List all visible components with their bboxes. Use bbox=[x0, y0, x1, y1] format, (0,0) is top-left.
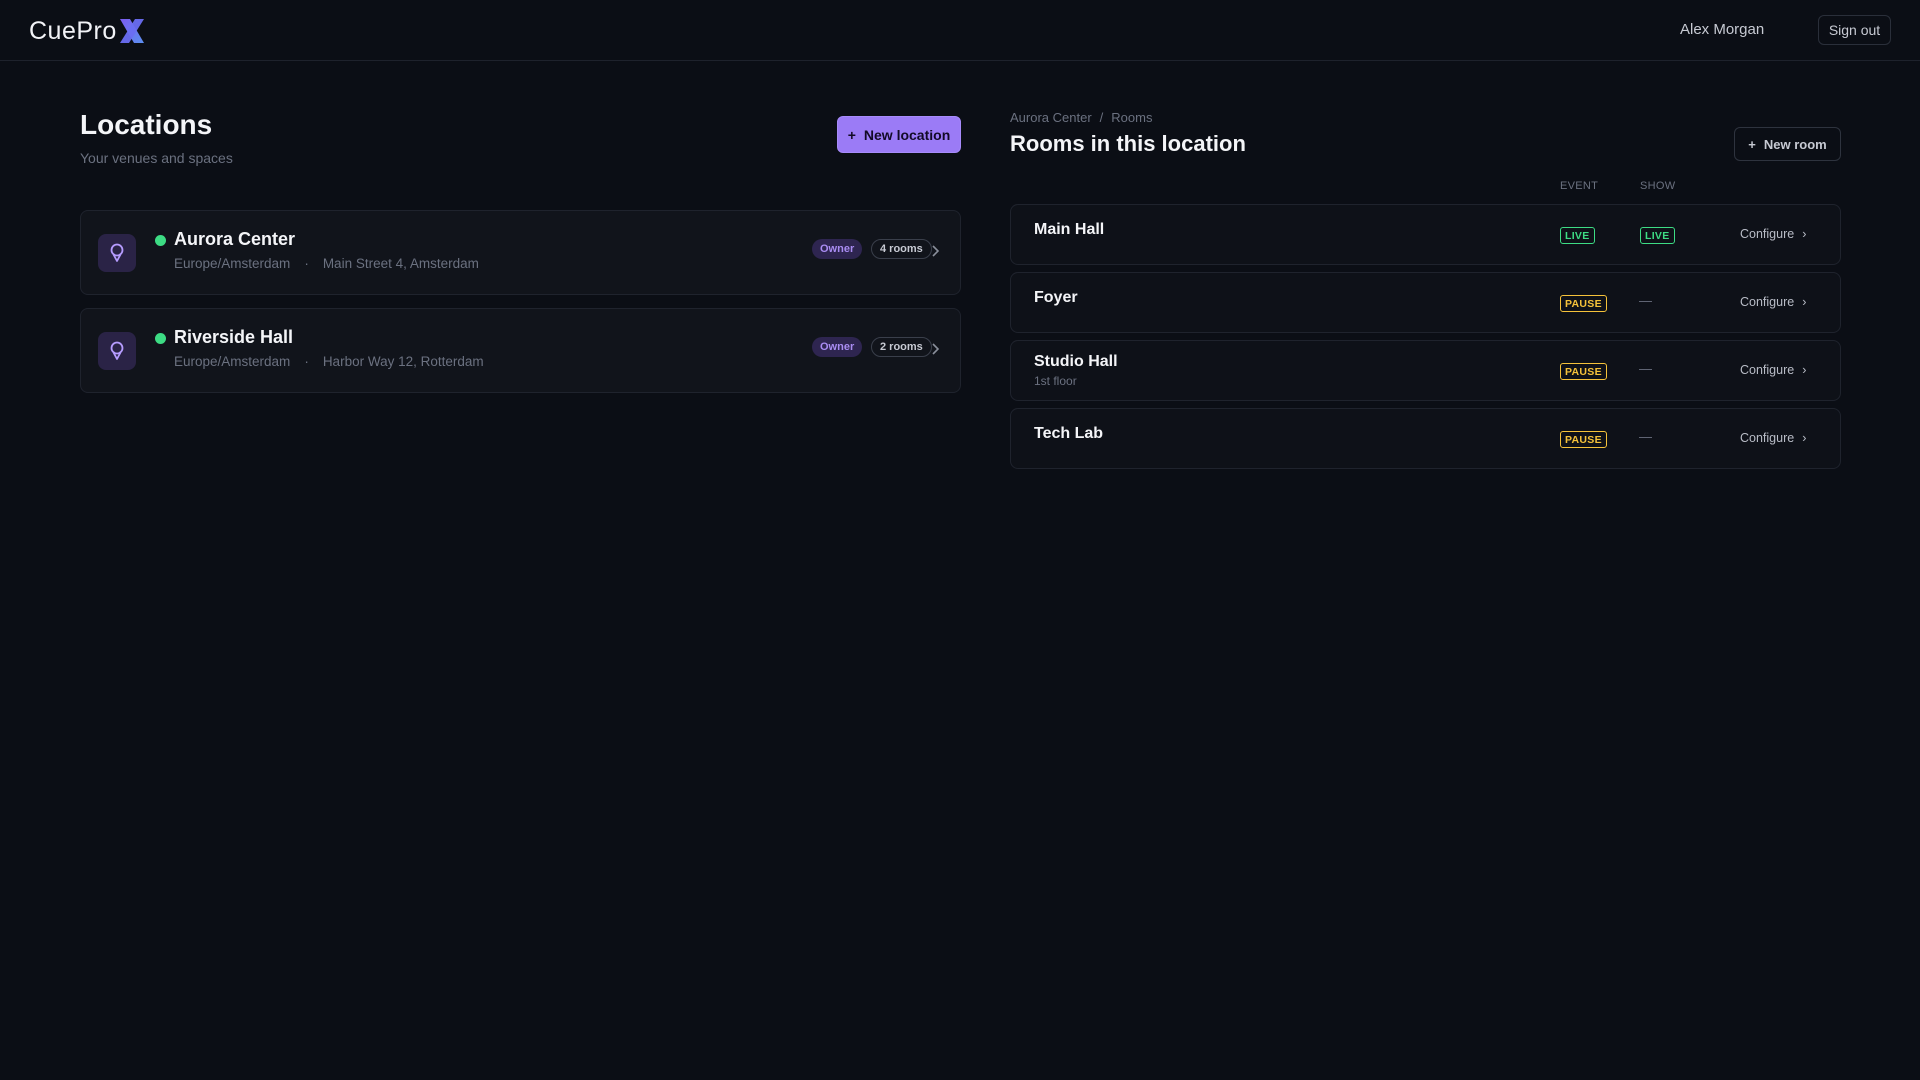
breadcrumb-rooms: Rooms bbox=[1111, 110, 1153, 125]
room-name: Foyer bbox=[1034, 289, 1078, 306]
room-name: Tech Lab bbox=[1034, 425, 1104, 442]
location-meta: Europe/Amsterdam · Harbor Way 12, Rotterda… bbox=[174, 354, 484, 369]
user-name[interactable]: Alex Morgan bbox=[1680, 21, 1764, 38]
meta-separator: · bbox=[304, 256, 309, 271]
location-address: Main Street 4, Amsterdam bbox=[322, 256, 479, 271]
logo-wordmark: CuePro bbox=[29, 16, 117, 45]
breadcrumb-location[interactable]: Aurora Center bbox=[1010, 110, 1092, 125]
configure-link[interactable]: Configure › bbox=[1740, 363, 1806, 377]
sign-out-button[interactable]: Sign out bbox=[1818, 15, 1891, 45]
top-bar: CuePro Alex Morgan Sign out bbox=[0, 0, 1920, 61]
chevron-right-icon: › bbox=[1802, 227, 1807, 241]
show-status-empty: — bbox=[1639, 293, 1652, 308]
meta-separator: · bbox=[304, 354, 309, 369]
show-status-empty: — bbox=[1639, 429, 1652, 444]
event-status-badge: PAUSE bbox=[1560, 431, 1607, 448]
breadcrumb: Aurora Center / Rooms bbox=[1010, 110, 1152, 125]
new-location-button[interactable]: + New location bbox=[837, 116, 961, 153]
location-card-aurora-center[interactable]: Aurora Center Europe/Amsterdam · Main Stre… bbox=[80, 210, 961, 295]
chevron-right-icon bbox=[932, 343, 940, 355]
breadcrumb-separator: / bbox=[1099, 110, 1104, 125]
configure-label: Configure bbox=[1740, 227, 1795, 241]
room-row-foyer: Foyer PAUSE — Configure › bbox=[1010, 272, 1841, 333]
rooms-count-badge: 4 rooms bbox=[871, 239, 932, 259]
column-header-event: EVENT bbox=[1560, 180, 1599, 192]
event-status-badge: LIVE bbox=[1560, 227, 1595, 244]
chevron-right-icon: › bbox=[1802, 431, 1807, 445]
configure-label: Configure bbox=[1740, 295, 1795, 309]
plus-icon: + bbox=[1748, 136, 1756, 152]
app-logo[interactable]: CuePro bbox=[29, 16, 146, 46]
room-row-studio-hall: Studio Hall 1st floor PAUSE — Configure … bbox=[1010, 340, 1841, 401]
map-pin-icon bbox=[98, 234, 136, 272]
rooms-count-badge: 2 rooms bbox=[871, 337, 932, 357]
location-timezone: Europe/Amsterdam bbox=[174, 256, 291, 271]
location-address: Harbor Way 12, Rotterdam bbox=[322, 354, 484, 369]
location-name: Riverside Hall bbox=[174, 327, 294, 347]
event-status-badge: PAUSE bbox=[1560, 295, 1607, 312]
show-status-empty: — bbox=[1639, 361, 1652, 376]
location-name: Aurora Center bbox=[174, 229, 296, 249]
room-row-main-hall: Main Hall LIVE LIVE Configure › bbox=[1010, 204, 1841, 265]
new-room-label: New room bbox=[1763, 136, 1827, 152]
show-status-badge: LIVE bbox=[1640, 227, 1675, 244]
column-header-show: SHOW bbox=[1640, 180, 1676, 192]
page-title: Locations bbox=[80, 109, 213, 140]
room-name: Studio Hall bbox=[1034, 353, 1118, 370]
room-row-tech-lab: Tech Lab PAUSE — Configure › bbox=[1010, 408, 1841, 469]
role-badge: Owner bbox=[812, 337, 863, 357]
configure-link[interactable]: Configure › bbox=[1740, 227, 1806, 241]
rooms-title: Rooms in this location bbox=[1010, 131, 1246, 156]
new-location-label: New location bbox=[863, 126, 951, 143]
plus-icon: + bbox=[847, 126, 856, 143]
role-badge: Owner bbox=[812, 239, 863, 259]
chevron-right-icon: › bbox=[1802, 295, 1807, 309]
page-subtitle: Your venues and spaces bbox=[80, 150, 233, 166]
logo-x-mark bbox=[119, 19, 144, 43]
location-meta: Europe/Amsterdam · Main Street 4, Amsterda… bbox=[174, 256, 479, 271]
new-room-button[interactable]: + New room bbox=[1734, 127, 1841, 161]
room-subtitle: 1st floor bbox=[1034, 374, 1077, 388]
chevron-right-icon: › bbox=[1802, 363, 1807, 377]
event-status-badge: PAUSE bbox=[1560, 363, 1607, 380]
location-card-riverside-hall[interactable]: Riverside Hall Europe/Amsterdam · Harbor W… bbox=[80, 308, 961, 393]
configure-link[interactable]: Configure › bbox=[1740, 431, 1806, 445]
map-pin-icon bbox=[98, 332, 136, 370]
location-timezone: Europe/Amsterdam bbox=[174, 354, 291, 369]
status-dot bbox=[155, 235, 166, 246]
status-dot bbox=[155, 333, 166, 344]
chevron-right-icon bbox=[932, 245, 940, 257]
configure-label: Configure bbox=[1740, 363, 1795, 377]
configure-label: Configure bbox=[1740, 431, 1795, 445]
configure-link[interactable]: Configure › bbox=[1740, 295, 1806, 309]
room-name: Main Hall bbox=[1034, 221, 1105, 238]
